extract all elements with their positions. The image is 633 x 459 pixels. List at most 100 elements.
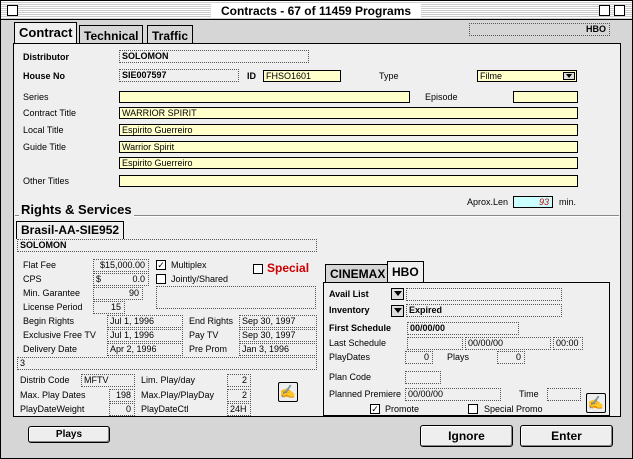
series-field[interactable] [119,91,410,103]
distributor-label: Distributor [23,52,69,62]
play-dates-field: 0 [405,351,433,364]
multiplex-label: Multiplex [171,260,207,270]
distributor-field: SOLOMON [119,50,309,63]
rights-notes-field[interactable]: 3 [17,357,317,370]
jointly-label: Jointly/Shared [171,274,229,284]
aprox-len-field[interactable]: 93 [513,196,553,208]
inventory-field: Expired [406,304,562,317]
avail-list-popup-icon[interactable] [391,288,404,300]
tab-technical[interactable]: Technical [79,25,144,45]
pre-prom-label: Pre Prom [189,344,228,354]
rights-notes-box[interactable] [156,286,316,309]
type-label: Type [379,71,399,81]
special-promo-label: Special Promo [484,404,543,414]
title-bar[interactable]: Contracts - 67 of 11459 Programs [1,1,632,20]
special-checkbox[interactable] [253,264,263,274]
last-schedule-date: 00/00/00 [465,337,551,350]
cps-currency: $ [96,274,102,284]
close-box-icon[interactable] [7,5,18,16]
flat-fee-field: $15,000.00 [93,259,149,272]
series-label: Series [23,92,49,102]
first-schedule-field: 00/00/00 [407,322,519,335]
time-field [547,388,581,401]
flat-fee-label: Flat Fee [23,260,57,270]
tab-contract[interactable]: Contract [14,22,78,44]
type-dropdown[interactable]: Filme [477,70,577,82]
contracts-window: Contracts - 67 of 11459 Programs Contrac… [0,0,633,459]
plays-button[interactable]: Plays [28,426,110,443]
jointly-checkbox[interactable] [156,274,166,284]
id-field[interactable]: FHSO1601 [263,70,341,82]
promote-check-icon: ✓ [371,404,379,414]
contract-title-label: Contract Title [23,108,77,118]
house-no-field: SIE007597 [119,69,239,82]
max-play-dates-label: Max. Play Dates [20,390,86,400]
plan-code-label: Plan Code [329,372,372,382]
lim-playday-field: 2 [227,374,251,387]
guide-title-field[interactable]: Warrior Spirit [119,141,578,153]
plan-code-field [405,371,441,384]
begin-rights-label: Begin Rights [23,316,75,326]
tab-cinemax[interactable]: CINEMAX [325,264,391,283]
guide-title-label: Guide Title [23,142,67,152]
delivery-date-field: Apr 2, 1996 [107,343,183,356]
pay-tv-field: Sep 30, 1997 [239,329,317,342]
type-value: Filme [480,71,502,81]
play-dates-label: PlayDates [329,352,371,362]
episode-field[interactable] [513,91,578,103]
guide-title-alt-field[interactable]: Espirito Guerreiro [119,157,578,169]
tab-deal[interactable]: Brasil-AA-SIE952 [16,221,125,239]
promote-label: Promote [385,404,420,414]
max-play-playday-field: 2 [227,389,251,402]
playdate-ctl-field: 24H [227,403,251,416]
distrib-code-field: MFTV [81,374,135,387]
inventory-popup-icon[interactable] [391,305,404,317]
min-garantee-field: 90 [93,287,143,300]
promote-checkbox[interactable]: ✓ [370,404,380,414]
services-edit-hand-icon[interactable]: ✍ [586,393,606,413]
chevron-down-icon [563,72,575,80]
edit-hand-icon[interactable]: ✍ [278,382,298,402]
first-schedule-label: First Schedule [329,323,392,333]
max-play-dates-field: 198 [109,389,135,402]
tab-traffic[interactable]: Traffic [147,25,194,45]
episode-label: Episode [425,92,458,102]
aprox-len-label: Aprox.Len [467,197,509,207]
lim-playday-label: Lim. Play/day [141,375,196,385]
contract-title-field[interactable]: WARRIOR SPIRIT [119,107,578,119]
playdate-ctl-label: PlayDateCtl [141,404,189,414]
multiplex-checkbox[interactable]: ✓ [156,260,166,270]
cps-field: $ 0.0 [93,273,149,286]
avail-list-label: Avail List [329,289,369,299]
time-label: Time [519,389,539,399]
end-rights-field: Sep 30, 1997 [239,315,317,328]
cps-label: CPS [23,274,42,284]
last-schedule-blank [407,337,463,350]
local-title-field[interactable]: Espirito Guerreiro [119,124,578,136]
id-label: ID [247,71,256,81]
planned-premiere-field: 00/00/00 [405,388,501,401]
max-play-playday-label: Max.Play/PlayDay [141,390,215,400]
enter-button[interactable]: Enter [520,425,613,447]
collapse-box-icon[interactable] [614,5,625,16]
other-titles-field[interactable] [119,175,578,187]
begin-rights-field: Jul 1, 1996 [107,315,183,328]
local-title-label: Local Title [23,125,64,135]
min-label: min. [559,197,577,207]
planned-premiere-label: Planned Premiere [329,389,402,399]
special-promo-checkbox[interactable] [468,404,478,414]
distrib-code-label: Distrib Code [20,375,70,385]
license-period-label: License Period [23,302,83,312]
last-schedule-time: 00:00 [553,337,583,350]
other-titles-label: Other Titles [23,176,70,186]
playdate-weight-label: PlayDateWeight [20,404,85,414]
rights-section-title: Rights & Services [19,202,134,217]
tab-hbo[interactable]: HBO [387,261,424,283]
ignore-button[interactable]: Ignore [420,425,513,447]
min-garantee-label: Min. Garantee [23,288,81,298]
zoom-box-icon[interactable] [599,5,610,16]
multiplex-check-icon: ✓ [157,260,165,270]
rights-distributor-field: SOLOMON [17,239,317,252]
delivery-date-label: Delivery Date [23,344,78,354]
last-schedule-label: Last Schedule [329,338,387,348]
